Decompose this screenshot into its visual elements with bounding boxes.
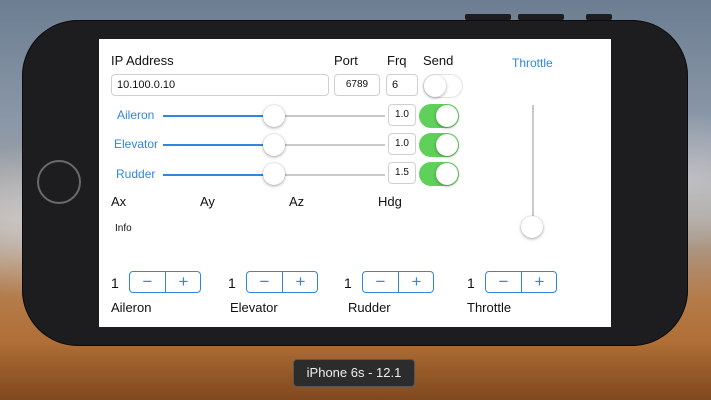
elevator-toggle-thumb — [436, 134, 458, 156]
frq-input[interactable]: 6 — [386, 74, 418, 96]
elevator-value-field[interactable]: 1.0 — [388, 133, 416, 155]
rudder-stepper-label: Rudder — [348, 300, 391, 315]
simulator-device-label: iPhone 6s - 12.1 — [293, 359, 415, 387]
aileron-stepper-value: 1 — [111, 275, 119, 291]
aileron-toggle-thumb — [436, 105, 458, 127]
aileron-slider-fill — [163, 115, 273, 117]
throttle-plus-button[interactable]: + — [522, 272, 557, 292]
rudder-stepper[interactable]: − + — [362, 271, 434, 293]
aileron-slider-track[interactable] — [273, 115, 385, 117]
app-screen: IP Address Port Frq Send Throttle 10.100… — [99, 39, 611, 327]
frq-label: Frq — [387, 53, 407, 68]
throttle-stepper[interactable]: − + — [485, 271, 557, 293]
ip-address-label: IP Address — [111, 53, 174, 68]
throttle-minus-button[interactable]: − — [486, 272, 521, 292]
aileron-stepper[interactable]: − + — [129, 271, 201, 293]
ax-readout: Ax — [111, 194, 127, 209]
rudder-toggle-thumb — [436, 163, 458, 185]
rudder-plus-button[interactable]: + — [399, 272, 434, 292]
aileron-stepper-label: Aileron — [111, 300, 152, 315]
aileron-toggle[interactable] — [419, 104, 459, 128]
port-label: Port — [334, 53, 358, 68]
home-button[interactable] — [37, 160, 81, 204]
throttle-stepper-value: 1 — [467, 275, 475, 291]
rudder-slider-track[interactable] — [273, 174, 385, 176]
send-toggle[interactable] — [423, 74, 463, 98]
hdg-readout: Hdg — [378, 194, 402, 209]
throttle-slider-thumb[interactable] — [521, 216, 543, 238]
ay-readout: Ay — [200, 194, 215, 209]
aileron-plus-button[interactable]: + — [166, 272, 201, 292]
elevator-slider-fill — [163, 144, 273, 146]
elevator-slider-track[interactable] — [273, 144, 385, 146]
elevator-minus-button[interactable]: − — [247, 272, 282, 292]
az-readout: Az — [289, 194, 305, 209]
aileron-slider-thumb[interactable] — [263, 105, 285, 127]
rudder-value-field[interactable]: 1.5 — [388, 162, 416, 184]
rudder-slider-label: Rudder — [116, 167, 156, 181]
elevator-toggle[interactable] — [419, 133, 459, 157]
elevator-stepper-label: Elevator — [230, 300, 278, 315]
throttle-slider-track[interactable] — [532, 105, 534, 227]
throttle-stepper-label: Throttle — [467, 300, 512, 315]
elevator-slider-label: Elevator — [114, 137, 159, 151]
throttle-label: Throttle — [512, 56, 553, 70]
elevator-slider-thumb[interactable] — [263, 134, 285, 156]
aileron-slider-label: Aileron — [117, 108, 155, 122]
aileron-minus-button[interactable]: − — [130, 272, 165, 292]
rudder-minus-button[interactable]: − — [363, 272, 398, 292]
elevator-stepper[interactable]: − + — [246, 271, 318, 293]
elevator-stepper-value: 1 — [228, 275, 236, 291]
info-label: Info — [115, 223, 132, 234]
rudder-slider-fill — [163, 174, 273, 176]
port-input[interactable]: 6789 — [334, 74, 380, 96]
aileron-value-field[interactable]: 1.0 — [388, 104, 416, 126]
rudder-stepper-value: 1 — [344, 275, 352, 291]
rudder-toggle[interactable] — [419, 162, 459, 186]
send-label: Send — [423, 53, 454, 68]
send-toggle-thumb — [424, 75, 446, 97]
elevator-plus-button[interactable]: + — [283, 272, 318, 292]
rudder-slider-thumb[interactable] — [263, 163, 285, 185]
ip-address-input[interactable]: 10.100.0.10 — [111, 74, 329, 96]
